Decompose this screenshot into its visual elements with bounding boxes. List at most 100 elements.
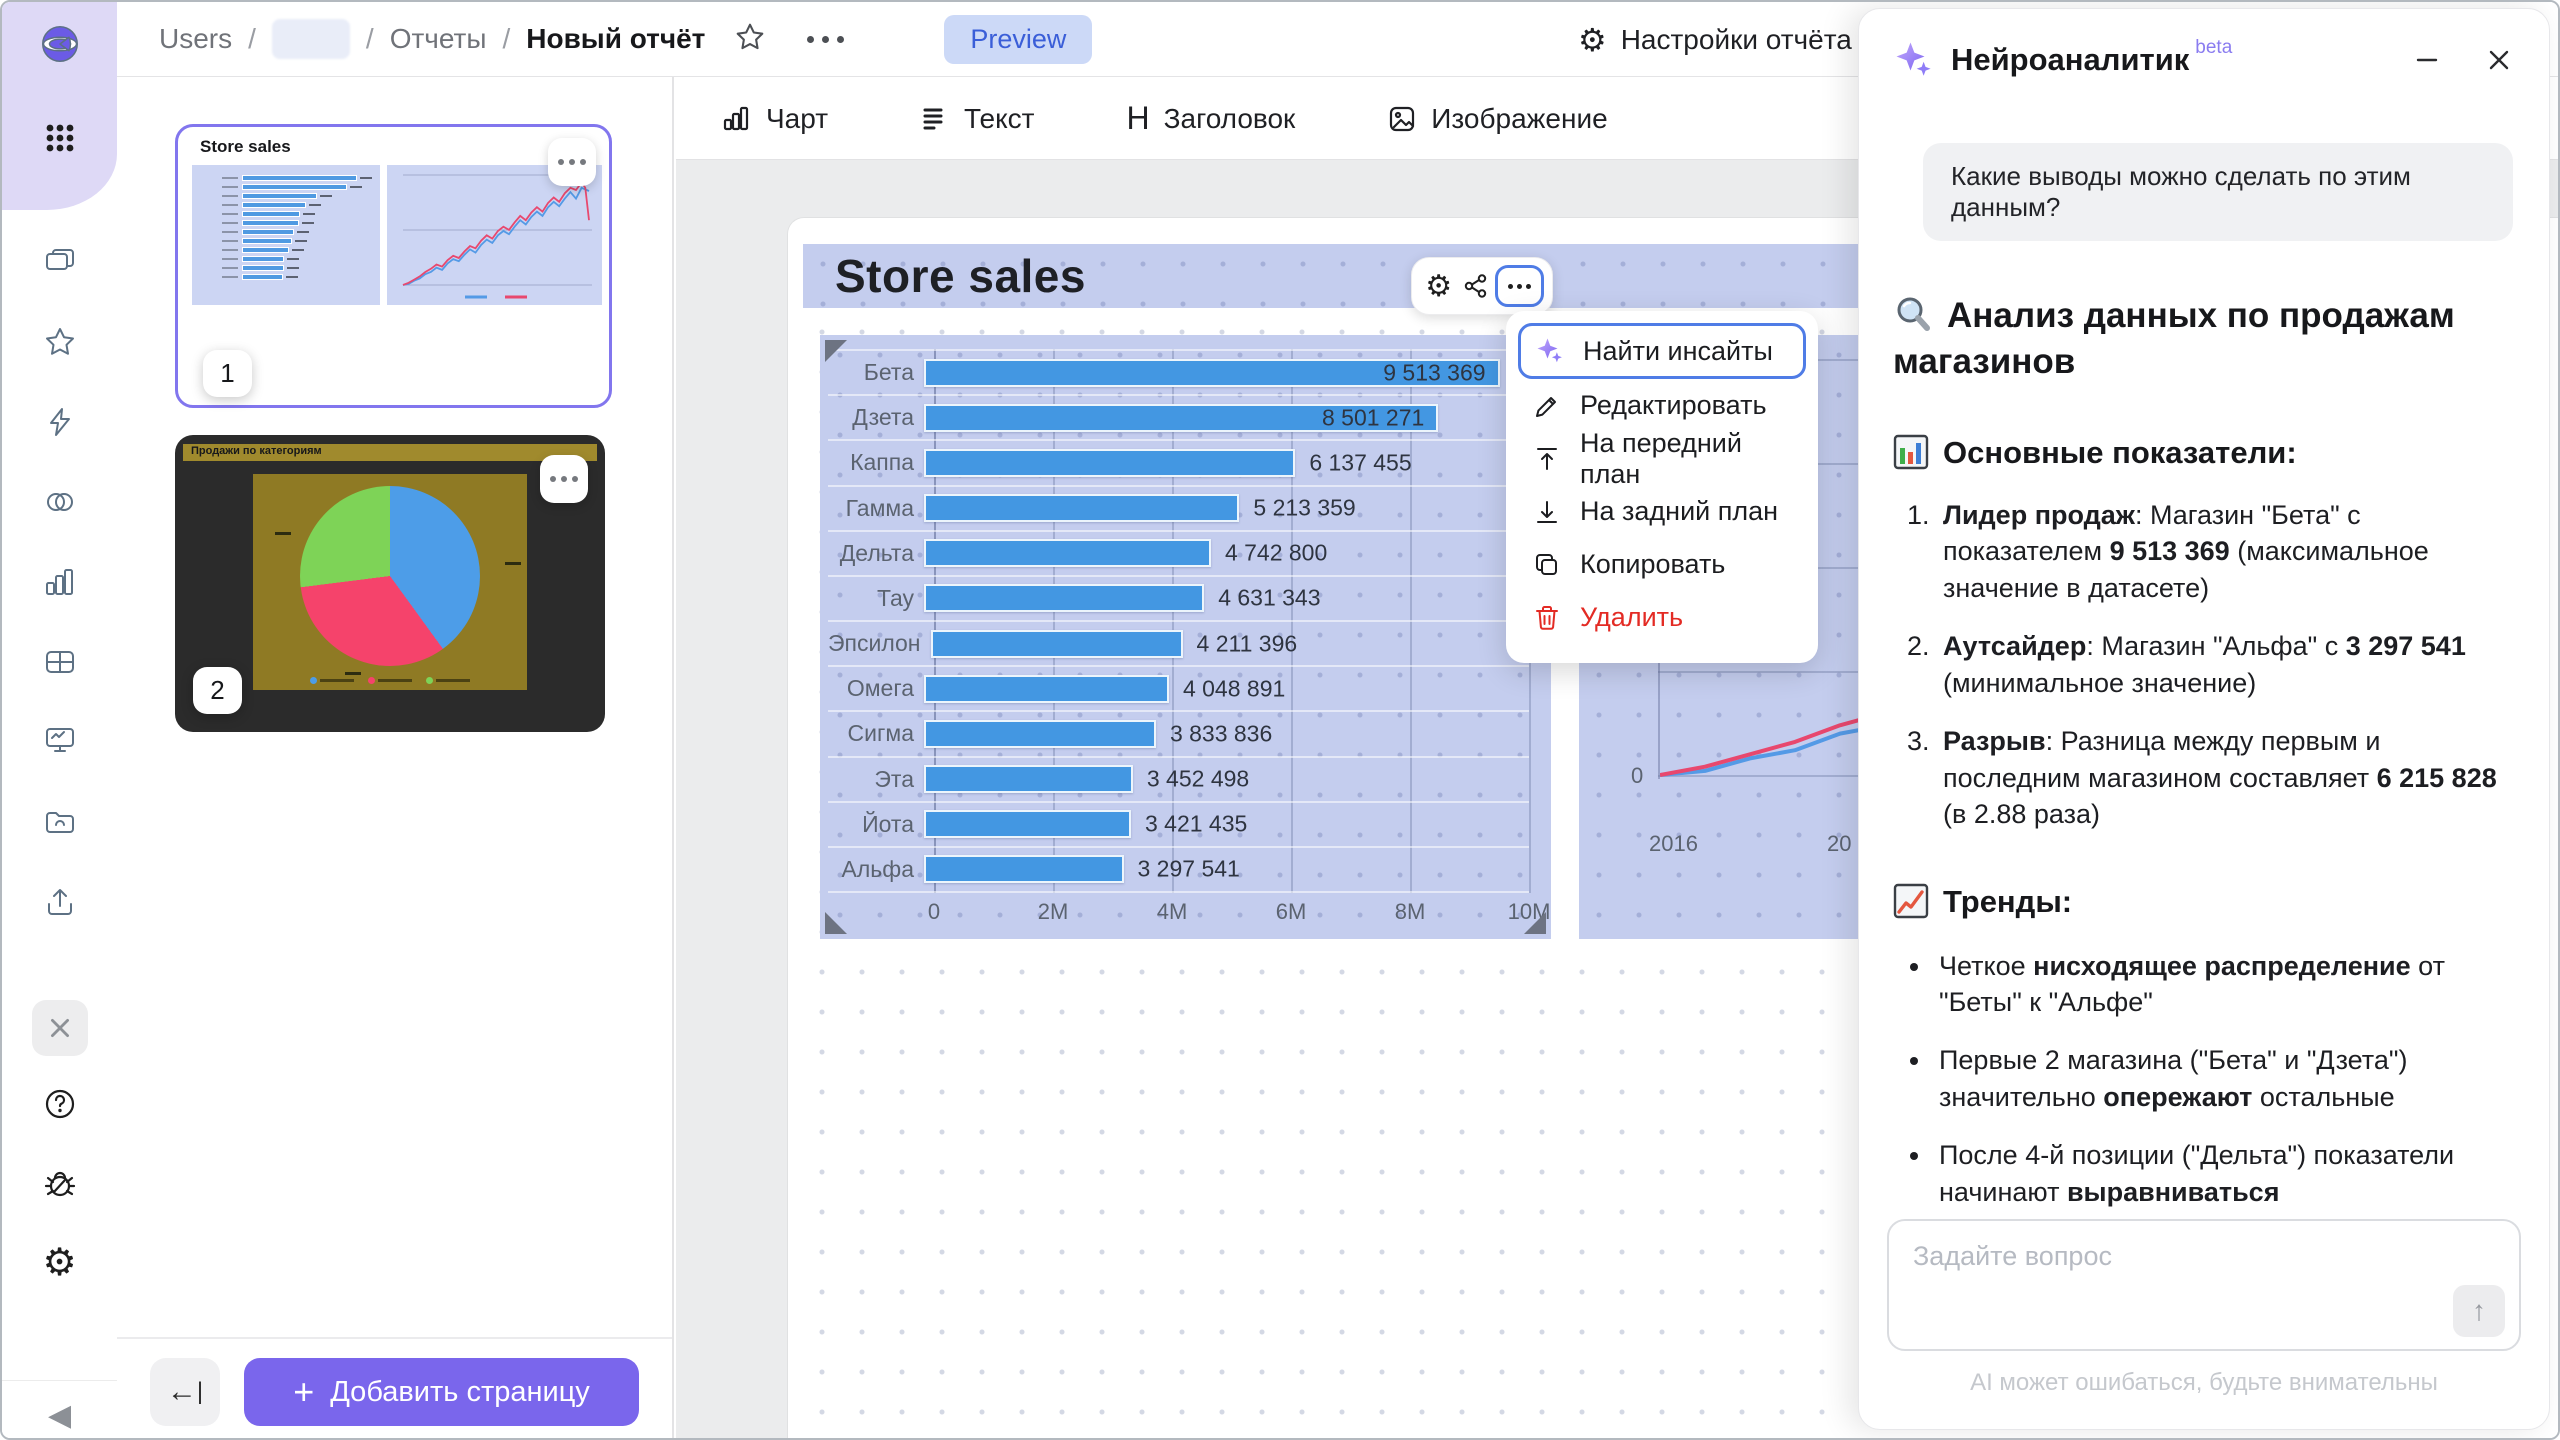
question-input-wrap: ↑ bbox=[1887, 1219, 2521, 1351]
trends-heading: Тренды: bbox=[1893, 883, 2513, 920]
settings-icon[interactable]: ⚙ bbox=[38, 1240, 82, 1284]
insert-text-button[interactable]: Текст bbox=[920, 103, 1035, 135]
x-axis-tick: 8M bbox=[1395, 899, 1426, 925]
bar-value-label: 4 211 396 bbox=[1197, 630, 1298, 657]
bar-category-label: Бета bbox=[828, 359, 924, 386]
charts-icon[interactable] bbox=[38, 560, 82, 604]
bar-category-label: Тау bbox=[828, 585, 924, 612]
page-thumbnail-2[interactable]: Продажи по категориям 2 bbox=[175, 435, 605, 732]
bar-row: Эпсилон4 211 396 bbox=[828, 622, 1529, 667]
bar-value-label: 3 421 435 bbox=[1145, 811, 1247, 838]
page1-more-icon[interactable] bbox=[548, 138, 596, 186]
question-input[interactable] bbox=[1889, 1221, 2519, 1349]
insert-heading-button[interactable]: H Заголовок bbox=[1127, 100, 1296, 137]
bar-category-label: Дельта bbox=[828, 540, 924, 567]
bar-row: Дельта 4 742 800 bbox=[828, 532, 1529, 577]
resize-handle[interactable] bbox=[1524, 912, 1546, 934]
storage-folder-icon[interactable] bbox=[38, 800, 82, 844]
thumbnail-report-title: Store sales bbox=[200, 137, 291, 157]
datasets-icon[interactable] bbox=[38, 480, 82, 524]
x-axis-tick: 2M bbox=[1038, 899, 1069, 925]
pie-graphic bbox=[300, 486, 480, 666]
close-icon[interactable] bbox=[2485, 46, 2513, 74]
send-button[interactable]: ↑ bbox=[2453, 1285, 2505, 1337]
y-axis-tick: 0 bbox=[1631, 763, 1643, 789]
page2-more-icon[interactable] bbox=[540, 455, 588, 503]
resize-handle[interactable] bbox=[825, 340, 847, 362]
pages-panel: Store sales 1 Продажи по категориям 2 ←|… bbox=[117, 77, 674, 1438]
add-page-button[interactable]: + Добавить страницу bbox=[244, 1358, 639, 1426]
metrics-list: Лидер продаж: Магазин "Бета" с показател… bbox=[1937, 497, 2513, 833]
apps-grid-icon[interactable] bbox=[38, 116, 82, 160]
widget-settings-icon[interactable]: ⚙ bbox=[1420, 266, 1457, 306]
bar-value-label: 3 452 498 bbox=[1147, 766, 1249, 793]
x-axis-tick: 2016 bbox=[1649, 831, 1698, 857]
left-rail: ⚙ ◀ bbox=[2, 2, 117, 1438]
ai-disclaimer: AI может ошибаться, будьте внимательны bbox=[1859, 1369, 2549, 1397]
menu-item-edit[interactable]: Редактировать bbox=[1518, 379, 1806, 432]
bar-chart-emoji-icon bbox=[1893, 434, 1929, 470]
bar-chart-widget[interactable]: Бета9 513 369Дзета8 501 271Каппа6 137 45… bbox=[820, 335, 1551, 939]
insert-chart-button[interactable]: Чарт bbox=[722, 103, 828, 135]
bug-report-icon[interactable] bbox=[38, 1162, 82, 1206]
menu-item-send-back[interactable]: На задний план bbox=[1518, 485, 1806, 538]
bar-value-label: 3 297 541 bbox=[1138, 856, 1240, 883]
export-icon[interactable] bbox=[38, 880, 82, 924]
send-back-icon bbox=[1532, 497, 1562, 527]
image-icon bbox=[1387, 104, 1417, 134]
panel-body: Какие выводы можно сделать по этим данны… bbox=[1859, 89, 2549, 1305]
collections-icon[interactable] bbox=[38, 240, 82, 284]
connections-icon[interactable] bbox=[38, 400, 82, 444]
menu-item-find-insights[interactable]: Найти инсайты bbox=[1518, 323, 1806, 379]
breadcrumb-blurred-item[interactable] bbox=[272, 19, 350, 59]
collapse-pages-panel-button[interactable]: ←| bbox=[150, 1358, 220, 1426]
help-icon[interactable] bbox=[38, 1082, 82, 1126]
widget-toolbar: ⚙ bbox=[1411, 257, 1553, 315]
bar bbox=[924, 765, 1133, 793]
bar-value-label: 4 742 800 bbox=[1225, 540, 1327, 567]
bar bbox=[924, 584, 1204, 612]
minimize-icon[interactable] bbox=[2413, 46, 2441, 74]
breadcrumb-separator: / bbox=[366, 23, 374, 55]
close-rail-icon[interactable] bbox=[32, 1000, 88, 1056]
favorites-icon[interactable] bbox=[38, 320, 82, 364]
insert-image-button[interactable]: Изображение bbox=[1387, 103, 1607, 135]
thumbnail-pie-title: Продажи по категориям bbox=[183, 444, 597, 461]
bar-value-label: 4 048 891 bbox=[1183, 675, 1285, 702]
menu-item-copy[interactable]: Копировать bbox=[1518, 538, 1806, 591]
bar-row: Омега4 048 891 bbox=[828, 667, 1529, 712]
beta-badge: beta bbox=[2195, 37, 2232, 59]
add-page-label: Добавить страницу bbox=[330, 1376, 590, 1409]
bar-row: Сигма3 833 836 bbox=[828, 712, 1529, 757]
widget-share-icon[interactable] bbox=[1457, 266, 1494, 306]
breadcrumb-section[interactable]: Отчеты bbox=[390, 23, 487, 55]
bar-category-label: Сигма bbox=[828, 720, 924, 747]
more-actions-icon[interactable] bbox=[807, 36, 844, 43]
page-thumbnail-1[interactable]: Store sales 1 bbox=[175, 124, 612, 408]
report-settings-button[interactable]: ⚙ Настройки отчёта bbox=[1578, 2, 1852, 77]
bar-row: Тау4 631 343 bbox=[828, 577, 1529, 622]
report-title-widget[interactable]: Store sales bbox=[803, 244, 1983, 308]
pie-legend bbox=[253, 677, 527, 684]
app-logo-icon[interactable] bbox=[38, 22, 82, 66]
mini-bar-chart bbox=[192, 165, 380, 305]
rail-divider bbox=[2, 1380, 117, 1381]
breadcrumb-root[interactable]: Users bbox=[159, 23, 232, 55]
dashboards-icon[interactable] bbox=[38, 718, 82, 762]
resize-handle[interactable] bbox=[825, 912, 847, 934]
menu-item-delete[interactable]: Удалить bbox=[1518, 591, 1806, 644]
bar-row: Бета9 513 369 bbox=[828, 349, 1529, 396]
collapse-rail-icon[interactable]: ◀ bbox=[48, 1398, 71, 1433]
widget-more-icon[interactable] bbox=[1495, 265, 1544, 307]
bar-value-label: 6 137 455 bbox=[1309, 449, 1411, 476]
neuro-analytics-panel: Нейроаналитик beta Какие выводы можно сд… bbox=[1858, 8, 2550, 1430]
menu-item-bring-front[interactable]: На передний план bbox=[1518, 432, 1806, 485]
preview-button[interactable]: Preview bbox=[944, 15, 1092, 64]
bar-category-label: Каппа bbox=[828, 449, 924, 476]
bar-row: Альфа3 297 541 bbox=[828, 848, 1529, 893]
favorite-star-icon[interactable] bbox=[733, 20, 767, 59]
bar-chart-x-axis: 02M4M6M8M10M bbox=[934, 899, 1529, 927]
x-axis-tick: 4M bbox=[1157, 899, 1188, 925]
magnifier-icon bbox=[1893, 294, 1933, 334]
tables-icon[interactable] bbox=[38, 640, 82, 684]
